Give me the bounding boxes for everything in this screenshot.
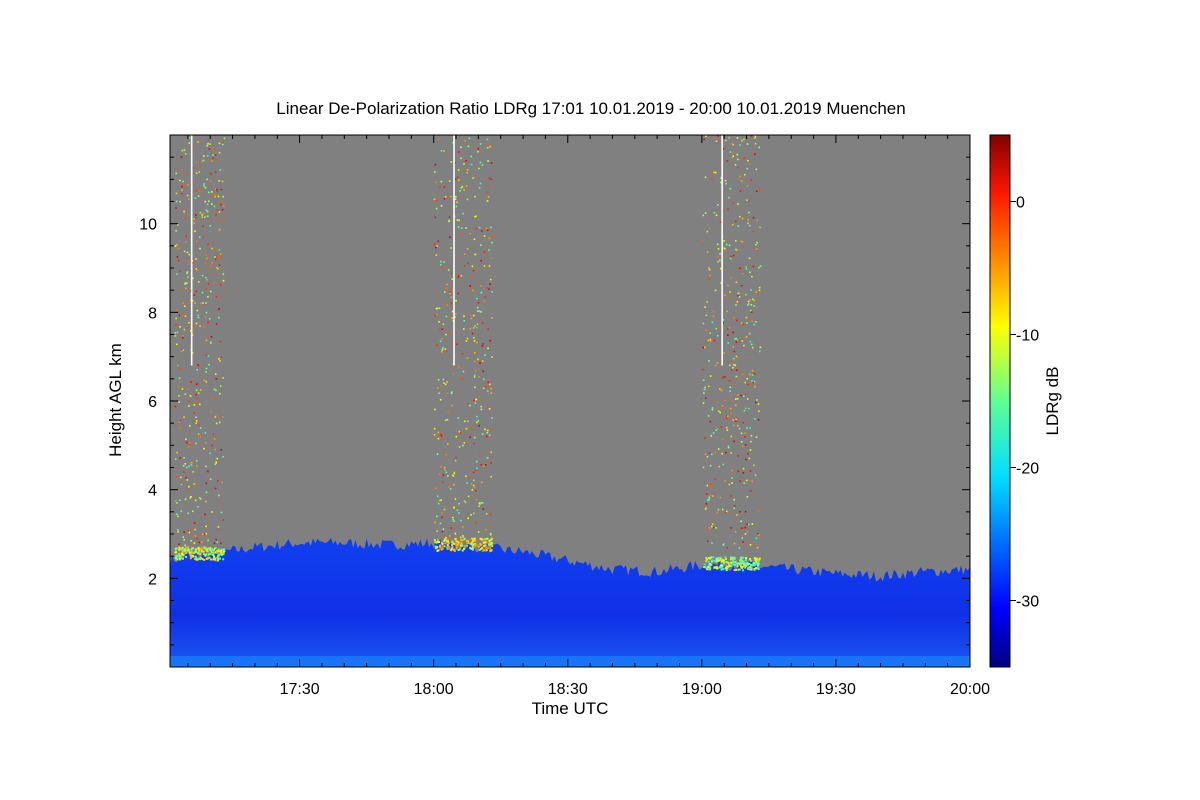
x-axis-title: Time UTC: [532, 699, 609, 718]
y-tick-label: 6: [148, 394, 157, 411]
y-tick-label: 4: [148, 483, 157, 500]
x-tick-label: 18:00: [414, 681, 454, 698]
colorbar-tick-label: -20: [1016, 461, 1039, 478]
ground-band: [170, 655, 970, 667]
y-tick-label: 8: [148, 305, 157, 322]
y-axis-title: Height AGL km: [106, 343, 125, 457]
colorbar-ticks: 0 -10 -20 -30: [1010, 195, 1039, 611]
colorbar: 0 -10 -20 -30 LDRg dB: [989, 134, 1062, 668]
colorbar-tick-label: -10: [1016, 328, 1039, 345]
x-tick-label: 19:30: [816, 681, 856, 698]
x-tick-label: 18:30: [548, 681, 588, 698]
colorbar-gradient: [989, 134, 1011, 668]
chart-title: Linear De-Polarization Ratio LDRg 17:01 …: [276, 99, 905, 118]
ldr-chart: Linear De-Polarization Ratio LDRg 17:01 …: [106, 99, 1062, 718]
x-tick-label: 19:00: [682, 681, 722, 698]
colorbar-tick-label: 0: [1016, 195, 1025, 212]
y-tick-label: 2: [148, 571, 157, 588]
x-tick-label: 20:00: [950, 681, 990, 698]
x-tick-label: 17:30: [280, 681, 320, 698]
y-tick-label: 10: [139, 217, 157, 234]
colorbar-label: LDRg dB: [1043, 367, 1062, 436]
colorbar-tick-label: -30: [1016, 594, 1039, 611]
plot-area: [170, 135, 970, 667]
